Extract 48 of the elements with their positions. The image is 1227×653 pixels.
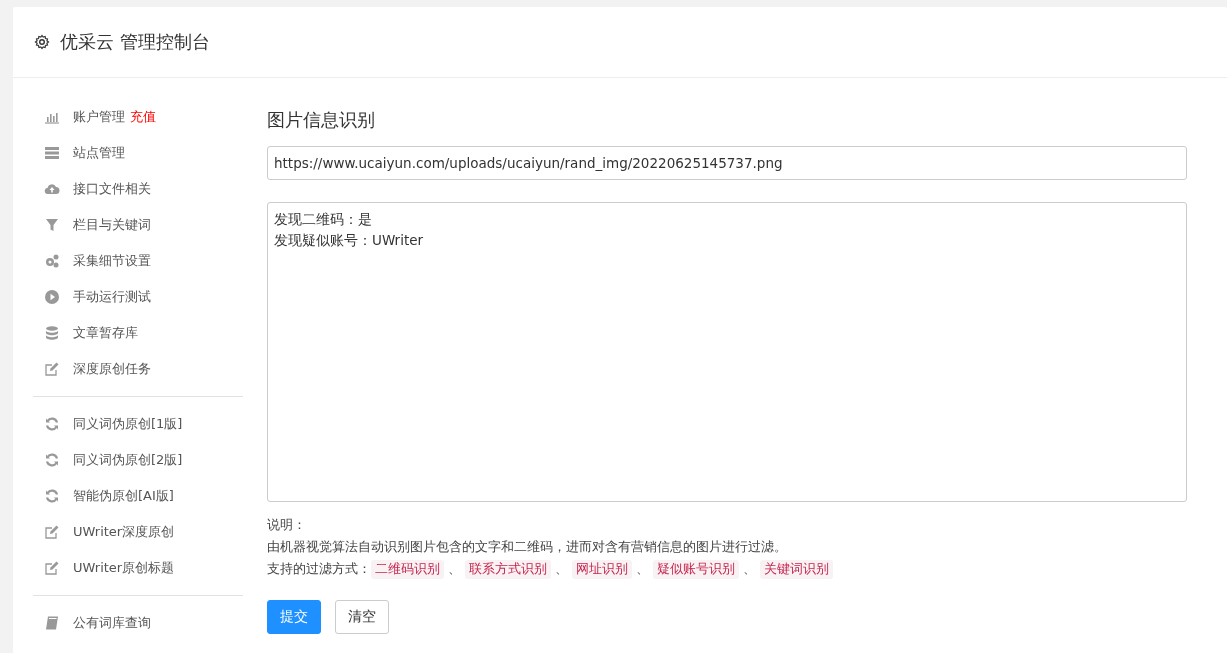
sidebar-item[interactable]: 采集细节设置: [33, 243, 243, 279]
url-input-field[interactable]: https://www.ucaiyun.com/uploads/ucaiyun/rand_img/20220625145737.png: [267, 146, 1187, 180]
separator-mark: 、: [555, 560, 568, 578]
result-line: 发现疑似账号：UWriter: [274, 231, 425, 250]
sidebar-item[interactable]: 站点管理: [33, 135, 243, 171]
sidebar-item[interactable]: 栏目与关键词: [33, 207, 243, 243]
book-icon: [44, 615, 60, 631]
settings-icon: [34, 34, 50, 50]
database-icon: [44, 325, 60, 341]
sidebar-item[interactable]: 深度原创任务: [33, 351, 243, 387]
separator-mark: 、: [636, 560, 649, 578]
sidebar-item[interactable]: 公有词库查询: [33, 605, 243, 641]
method-tag: 疑似账号识别: [653, 559, 739, 579]
sidebar-item[interactable]: 智能伪原创[AI版]: [33, 478, 243, 514]
sidebar-item[interactable]: 接口文件相关: [33, 171, 243, 207]
refresh-icon: [44, 416, 60, 432]
cloud-upload-icon: [44, 181, 60, 197]
clear-button[interactable]: 清空: [335, 600, 389, 634]
sidebar-item[interactable]: 账户管理 充值: [33, 99, 243, 135]
method-tag: 网址识别: [572, 559, 632, 579]
console-title: 优采云 管理控制台: [60, 30, 210, 54]
separator-mark: 、: [743, 560, 756, 578]
sidebar-item[interactable]: 同义词伪原创[2版]: [33, 442, 243, 478]
sidebar-item[interactable]: UWriter原创标题: [33, 550, 243, 586]
filter-icon: [44, 217, 60, 233]
refresh-icon: [44, 452, 60, 468]
edit-icon: [44, 560, 60, 576]
separator-mark: 、: [448, 560, 461, 578]
section-heading: 图片信息识别: [267, 108, 376, 132]
play-icon: [44, 289, 60, 305]
result-text-area[interactable]: 发现二维码：是 发现疑似账号：UWriter: [267, 202, 1187, 502]
server-icon: [44, 145, 60, 161]
refresh-icon: [44, 488, 60, 504]
edit-icon: [44, 524, 60, 540]
result-line: 发现二维码：是: [274, 210, 373, 229]
edit-icon: [44, 361, 60, 377]
recharge-link[interactable]: 充值: [130, 108, 156, 126]
note-text: 由机器视觉算法自动识别图片包含的文字和二维码，进而对含有营销信息的图片进行过滤。: [267, 538, 788, 556]
method-tag: 联系方式识别: [465, 559, 551, 579]
note-title: 说明：: [267, 516, 307, 534]
sidebar-item[interactable]: 手动运行测试: [33, 279, 243, 315]
methods-label: 支持的过滤方式：: [267, 560, 371, 578]
gears-icon: [44, 253, 60, 269]
sidebar-item[interactable]: UWriter深度原创: [33, 514, 243, 550]
method-tag: 关键词识别: [760, 559, 833, 579]
sidebar-item[interactable]: 文章暂存库: [33, 315, 243, 351]
sidebar-item[interactable]: 同义词伪原创[1版]: [33, 406, 243, 442]
method-tag: 二维码识别: [371, 559, 444, 579]
